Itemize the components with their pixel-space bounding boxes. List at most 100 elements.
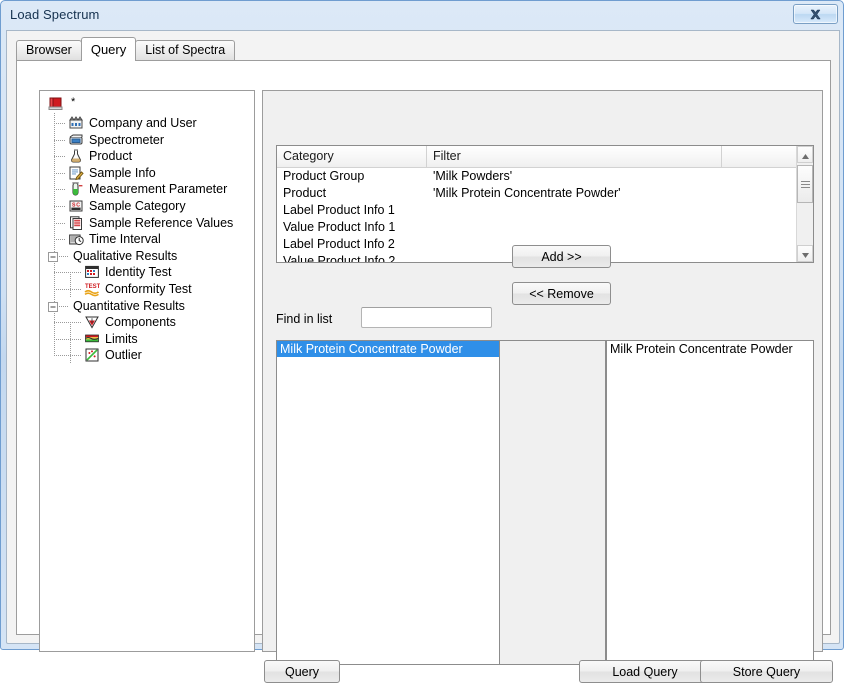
cell-filter: 'Milk Protein Concentrate Powder' — [433, 186, 621, 200]
query-tab-panel: * Company and User Spectrometer Product Samp… — [16, 60, 833, 683]
tree-guide-line — [54, 338, 82, 340]
client-area: Browser Query List of Spectra * Company a… — [6, 30, 840, 683]
dialog-window: Load Spectrum Browser Query List of Spec… — [0, 0, 844, 683]
store-query-button[interactable]: Store Query — [700, 660, 833, 683]
components-icon — [84, 314, 100, 330]
tree-node-label: Product — [89, 149, 133, 164]
column-header-category[interactable]: Category — [277, 146, 427, 167]
scroll-down-button[interactable] — [797, 245, 813, 262]
tree-node-label: Identity Test — [105, 265, 172, 280]
tree-node-qualitative-results[interactable]: Qualitative Results — [40, 248, 254, 264]
cell-extra — [722, 202, 798, 219]
tab-strip: Browser Query List of Spectra — [16, 37, 236, 61]
collapse-expander-icon[interactable] — [48, 301, 58, 315]
outlier-icon — [84, 347, 100, 363]
tree-node-label: Sample Reference Values — [89, 215, 234, 230]
tree-node-outlier[interactable]: Outlier — [40, 347, 254, 363]
tree-node-label: Measurement Parameter — [89, 182, 228, 197]
tree-node-label: * — [71, 96, 76, 108]
list-item[interactable]: Milk Protein Concentrate Powder — [277, 341, 499, 357]
tree-node-quantitative-results[interactable]: Quantitative Results — [40, 298, 254, 314]
title-bar[interactable]: Load Spectrum — [1, 1, 844, 30]
tree-node-spectrometer[interactable]: Spectrometer — [40, 132, 254, 148]
tree-node-limits[interactable]: Limits — [40, 331, 254, 347]
tree-node-identity-test[interactable]: Identity Test — [40, 264, 254, 280]
filter-grid-scrollbar[interactable] — [796, 146, 813, 262]
limits-icon — [84, 331, 100, 347]
tree-node-sample-category[interactable]: S C Sample Category — [40, 198, 254, 214]
identity-test-icon — [84, 264, 100, 280]
cell-extra — [722, 219, 798, 236]
cell-category: Label Product Info 1 — [283, 203, 395, 217]
find-in-list-label: Find in list — [276, 312, 333, 326]
red-table-icon — [68, 215, 84, 231]
window-title: Load Spectrum — [10, 7, 100, 22]
cell-category: Product Group — [283, 169, 365, 183]
scroll-thumb[interactable] — [797, 165, 813, 203]
cell-extra — [722, 185, 798, 202]
tab-browser[interactable]: Browser — [16, 40, 82, 60]
tree-node-conformity-test[interactable]: TEST Conformity Test — [40, 281, 254, 297]
add-button[interactable]: Add >> — [512, 245, 611, 268]
tree-node-company-and-user[interactable]: Company and User — [40, 115, 254, 131]
tree-node-sample-info[interactable]: Sample Info — [40, 165, 254, 181]
tree-guide-line — [70, 322, 71, 364]
tree-guide-line — [54, 355, 82, 357]
tree-guide-line — [54, 123, 66, 124]
tab-list-of-spectra[interactable]: List of Spectra — [135, 40, 236, 60]
column-header-empty[interactable] — [722, 146, 798, 167]
find-in-list-input[interactable] — [361, 307, 492, 328]
transfer-button-panel — [500, 340, 606, 665]
tree-node-label: Qualitative Results — [73, 248, 178, 263]
cell-extra — [722, 236, 798, 253]
cell-category: Value Product Info 2 — [283, 254, 396, 263]
cell-filter: 'Milk Powders' — [433, 169, 513, 183]
tree-guide-line — [54, 289, 82, 290]
tree-node-components[interactable]: Components — [40, 314, 254, 330]
selected-items-list[interactable]: Milk Protein Concentrate Powder — [606, 340, 814, 665]
tree-node-time-interval[interactable]: Time Interval — [40, 231, 254, 247]
svg-text:C: C — [76, 202, 80, 208]
tree-guide-line — [59, 305, 68, 307]
tree-node-label: Quantitative Results — [73, 298, 185, 313]
tree-node-label: Company and User — [89, 116, 197, 130]
remove-button[interactable]: << Remove — [512, 282, 611, 305]
query-button[interactable]: Query — [264, 660, 340, 683]
scroll-up-button[interactable] — [797, 146, 813, 163]
table-row[interactable]: Label Product Info 1 — [277, 202, 813, 219]
flask-icon — [68, 148, 84, 164]
tree-node-product[interactable]: Product — [40, 148, 254, 164]
factory-icon — [68, 115, 84, 131]
tree-guide-line — [54, 322, 82, 324]
collapse-expander-icon[interactable] — [48, 251, 58, 265]
red-book-icon — [48, 96, 64, 112]
tree-node-label: Limits — [105, 331, 138, 346]
list-item[interactable]: Milk Protein Concentrate Powder — [607, 341, 813, 357]
close-button[interactable] — [793, 4, 838, 24]
tree-node-label: Conformity Test — [105, 282, 192, 296]
grip-lines-icon — [800, 175, 810, 193]
table-row[interactable]: Value Product Info 1 — [277, 219, 813, 236]
tree-guide-line — [54, 156, 66, 158]
tree-guide-line — [54, 239, 66, 241]
category-tree[interactable]: * Company and User Spectrometer Product Samp… — [39, 90, 255, 652]
tree-node-measurement-parameter[interactable]: Measurement Parameter — [40, 181, 254, 197]
cell-category: Value Product Info 1 — [283, 220, 396, 234]
column-header-filter[interactable]: Filter — [427, 146, 722, 167]
cell-extra — [722, 253, 798, 262]
tree-guide-line — [54, 139, 66, 141]
tree-guide-line — [54, 206, 66, 207]
svg-text:TEST: TEST — [85, 284, 100, 290]
available-items-list[interactable]: Milk Protein Concentrate Powder — [276, 340, 500, 665]
table-row[interactable]: Product Group 'Milk Powders' — [277, 168, 813, 185]
load-query-button[interactable]: Load Query — [579, 660, 711, 683]
tree-guide-line — [54, 189, 66, 191]
tree-node-sample-reference-values[interactable]: Sample Reference Values — [40, 215, 254, 231]
tree-guide-line — [54, 222, 66, 224]
filter-grid-header: Category Filter — [277, 146, 813, 168]
test-tube-icon — [68, 181, 84, 197]
tab-query[interactable]: Query — [80, 37, 137, 61]
category-icon: SC — [68, 198, 84, 214]
tree-node-label: Components — [105, 315, 176, 330]
table-row[interactable]: Product 'Milk Protein Concentrate Powder' — [277, 185, 813, 202]
